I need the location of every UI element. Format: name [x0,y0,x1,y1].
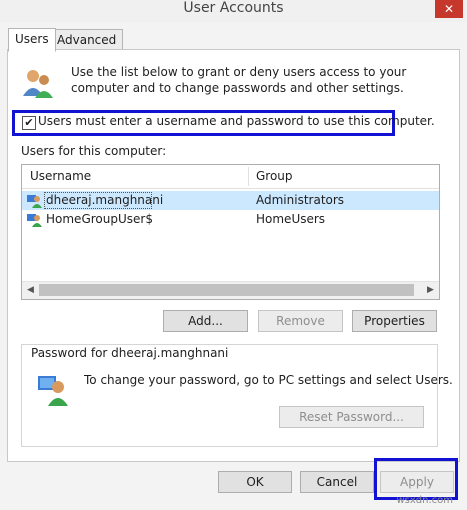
horizontal-scrollbar[interactable]: ◀ ▶ [22,281,439,299]
cancel-button[interactable]: Cancel [300,471,374,493]
column-header-username[interactable]: Username [30,165,91,188]
password-user-icon [38,376,68,406]
watermark: wsxdn.com [396,495,453,506]
column-header-group[interactable]: Group [256,165,293,188]
row-username: HomeGroupUser$ [46,212,153,226]
list-header: Username Group [22,165,439,189]
row-group: HomeUsers [256,212,326,226]
user-icon [27,195,42,208]
row-username: dheeraj.manghnani [46,193,164,207]
users-list-label: Users for this computer: [21,144,167,158]
scroll-thumb[interactable] [39,284,414,296]
require-login-checkbox[interactable]: ✔ [22,116,36,130]
users-icon [23,70,53,98]
window-title: User Accounts [183,0,284,16]
users-listview[interactable]: Username Group dheeraj.manghnani Adminis… [21,164,440,300]
remove-user-button[interactable]: Remove [258,310,343,332]
add-user-button[interactable]: Add... [163,310,248,332]
password-info-text: To change your password, go to PC settin… [84,373,453,387]
properties-button[interactable]: Properties [352,310,437,332]
scroll-right-icon[interactable]: ▶ [422,282,439,299]
title-bar: User Accounts ✕ [0,0,467,22]
tab-advanced[interactable]: Advanced [50,29,124,51]
close-icon: ✕ [443,2,455,16]
row-group: Administrators [256,193,345,207]
tab-users[interactable]: Users [8,28,56,52]
table-row[interactable]: HomeGroupUser$ HomeUsers [22,210,439,229]
user-icon [27,214,42,227]
password-group-label: Password for dheeraj.manghnani [28,346,232,360]
highlight-annotation [374,458,458,500]
reset-password-button[interactable]: Reset Password... [279,406,424,428]
ok-button[interactable]: OK [218,471,292,493]
column-separator[interactable] [248,167,249,186]
scroll-left-icon[interactable]: ◀ [22,282,39,299]
require-login-label: Users must enter a username and password… [38,114,435,128]
close-button[interactable]: ✕ [435,0,463,18]
intro-text: Use the list below to grant or deny user… [71,65,407,95]
table-row[interactable]: dheeraj.manghnani Administrators [22,191,439,210]
